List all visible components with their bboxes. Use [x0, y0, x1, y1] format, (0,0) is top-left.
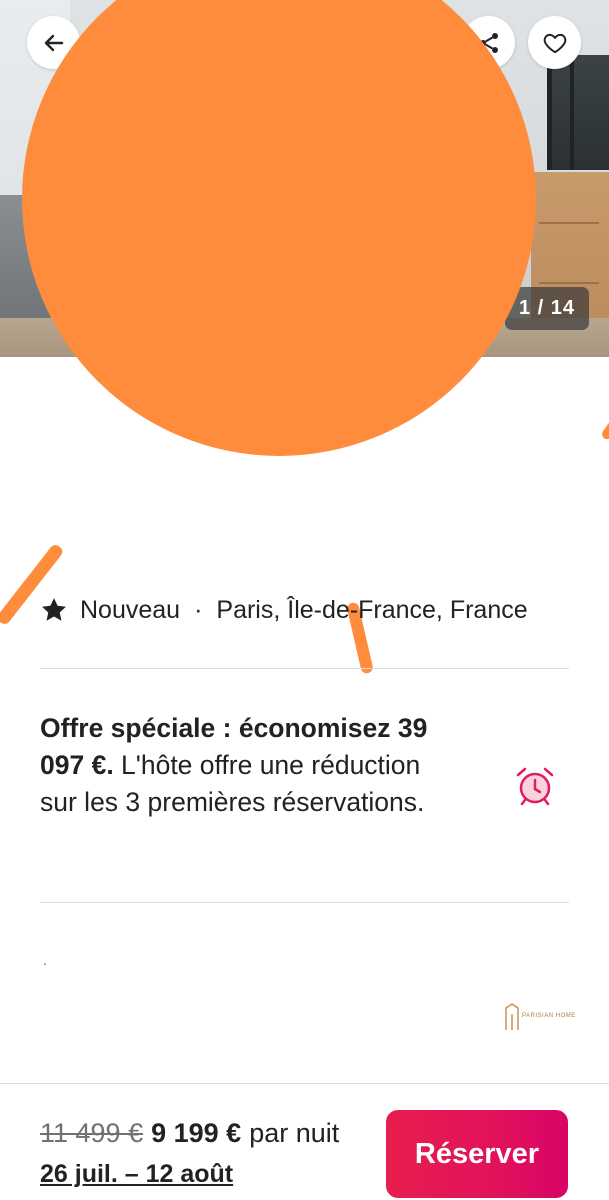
alarm-clock-icon	[516, 767, 554, 806]
divider	[40, 668, 569, 669]
per-night-label: par nuit	[249, 1118, 340, 1148]
location-link[interactable]: Paris, Île-de-France, France	[216, 596, 527, 625]
date-range-link[interactable]: 26 juil. – 12 août	[40, 1160, 233, 1189]
discounted-price: 9 199 €	[151, 1118, 242, 1148]
reserve-button[interactable]: Réserver	[386, 1110, 568, 1198]
host-logo-text: PARISIAN HOME	[522, 1013, 576, 1019]
booking-bar-divider	[0, 1083, 609, 1084]
host-logo	[505, 1003, 519, 1030]
new-badge: Nouveau	[80, 595, 181, 624]
orange-overlay-circle	[22, 0, 536, 456]
heart-outline-icon	[543, 33, 566, 53]
favorite-button[interactable]	[528, 16, 581, 69]
orange-overlay-stroke	[600, 418, 609, 442]
divider	[40, 902, 569, 903]
star-icon	[42, 598, 66, 621]
original-price: 11 499 €	[40, 1118, 144, 1148]
arrow-left-icon	[44, 34, 63, 51]
listing-meta: Nouveau · Paris, Île-de-France, France	[40, 590, 528, 630]
photo-window	[547, 55, 609, 170]
description-placeholder: .	[43, 952, 47, 968]
special-offer: Offre spéciale : économisez 39 097 €. L'…	[40, 710, 440, 821]
price-line: 11 499 € 9 199 € par nuit	[40, 1115, 339, 1151]
separator-dot: ·	[194, 595, 203, 624]
